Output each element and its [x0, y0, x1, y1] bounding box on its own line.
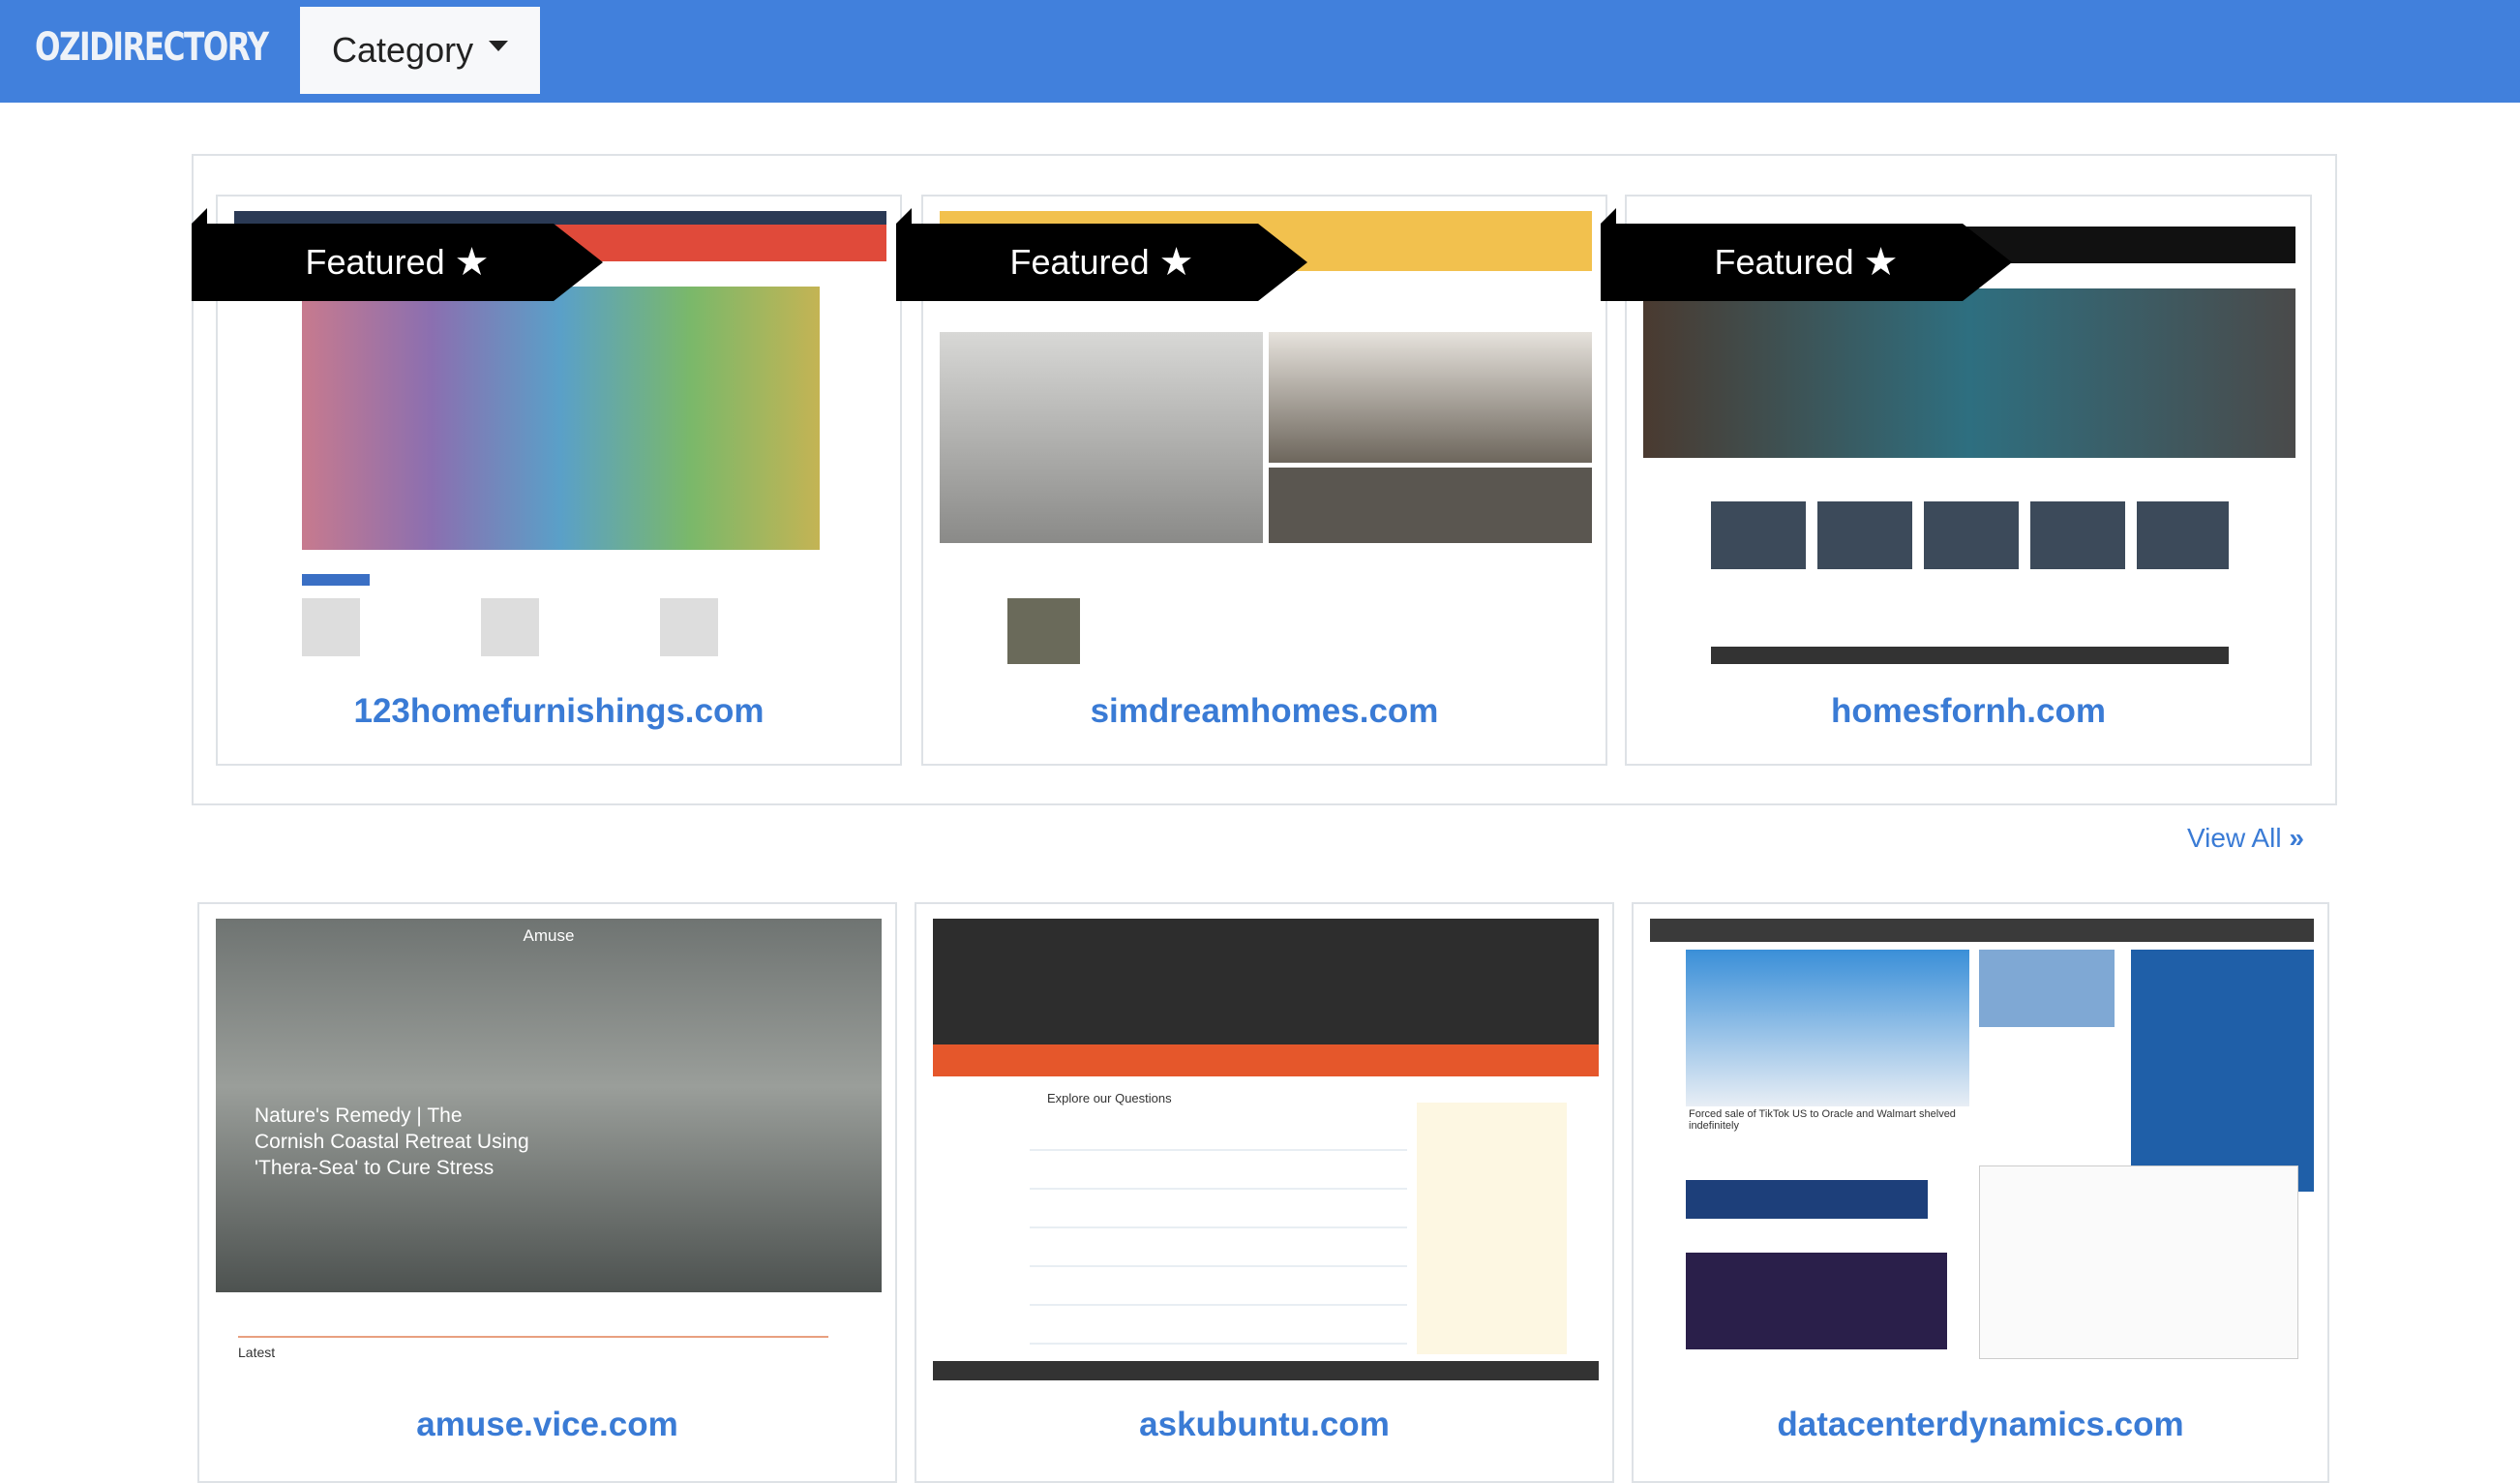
- featured-badge: Featured★: [192, 224, 603, 301]
- site-domain-link[interactable]: datacenterdynamics.com: [1634, 1406, 2327, 1444]
- site-domain-link[interactable]: simdreamhomes.com: [923, 692, 1605, 731]
- view-all-link[interactable]: View All »: [2187, 823, 2304, 854]
- site-screenshot: Explore our Questions: [933, 919, 1599, 1380]
- star-icon: ★: [1159, 240, 1194, 285]
- shot-caption: Forced sale of TikTok US to Oracle and W…: [1689, 1108, 1969, 1132]
- featured-label: Featured: [306, 242, 445, 283]
- site-logo[interactable]: OZIDIRECTORY: [35, 25, 267, 70]
- caret-down-icon: [489, 41, 508, 51]
- site-domain-link[interactable]: amuse.vice.com: [199, 1406, 895, 1444]
- listing-card[interactable]: Forced sale of TikTok US to Oracle and W…: [1632, 902, 2329, 1483]
- site-domain-link[interactable]: 123homefurnishings.com: [218, 692, 900, 731]
- shot-title: Amuse: [216, 926, 882, 946]
- site-domain-link[interactable]: askubuntu.com: [916, 1406, 1612, 1444]
- view-all-label: View All: [2187, 823, 2282, 853]
- shot-latest: Latest: [238, 1345, 275, 1360]
- category-dropdown[interactable]: Category: [300, 7, 540, 94]
- featured-badge: Featured★: [896, 224, 1307, 301]
- site-screenshot: Forced sale of TikTok US to Oracle and W…: [1650, 919, 2314, 1380]
- category-label: Category: [332, 30, 473, 71]
- double-chevron-right-icon: »: [2289, 823, 2304, 853]
- navbar: OZIDIRECTORY Category: [0, 0, 2520, 103]
- shot-heading: Explore our Questions: [1047, 1091, 1172, 1105]
- listing-card[interactable]: Amuse Nature's Remedy | The Cornish Coas…: [197, 902, 897, 1483]
- listing-card[interactable]: Explore our Questions askubuntu.com: [915, 902, 1614, 1483]
- star-icon: ★: [1864, 240, 1899, 285]
- featured-label: Featured: [1010, 242, 1150, 283]
- shot-headline: Nature's Remedy | The Cornish Coastal Re…: [255, 1103, 535, 1181]
- featured-label: Featured: [1715, 242, 1854, 283]
- site-domain-link[interactable]: homesfornh.com: [1627, 692, 2310, 731]
- site-screenshot: Amuse Nature's Remedy | The Cornish Coas…: [216, 919, 882, 1292]
- featured-badge: Featured★: [1601, 224, 2012, 301]
- star-icon: ★: [455, 240, 490, 285]
